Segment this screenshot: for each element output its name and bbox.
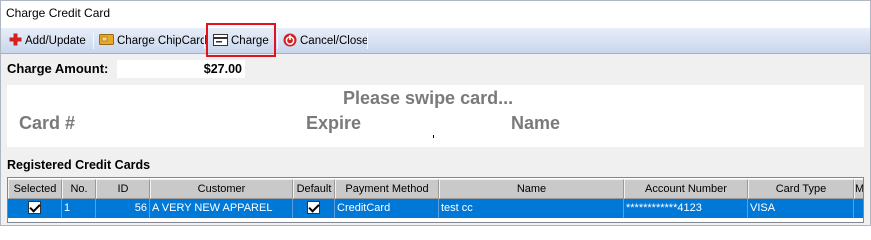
column-header[interactable]: Account Number — [624, 179, 748, 199]
toolbar-separator — [367, 33, 368, 49]
toolbar-separator — [277, 33, 278, 49]
column-header[interactable]: ID — [96, 179, 150, 199]
column-header[interactable]: Name — [439, 179, 624, 199]
toolbar-separator — [93, 33, 94, 49]
card-type-cell: VISA — [748, 199, 854, 218]
add-update-button[interactable]: Add/Update — [9, 31, 86, 51]
chip-card-icon — [99, 33, 114, 49]
cancel-close-button[interactable]: Cancel/Close — [283, 31, 368, 51]
charge-amount-label: Charge Amount: — [7, 61, 109, 76]
customer-cell: A VERY NEW APPAREL — [150, 199, 293, 218]
toolbar-separator — [204, 33, 205, 49]
id-cell: 56 — [96, 199, 150, 218]
column-header[interactable]: Selected — [8, 179, 62, 199]
charge-button-highlight — [206, 23, 276, 57]
registered-cards-title: Registered Credit Cards — [7, 158, 151, 172]
swipe-message: Please swipe card... — [343, 88, 514, 108]
expire-label: Expire — [306, 113, 362, 133]
plus-icon — [9, 33, 22, 49]
power-icon — [283, 33, 297, 50]
column-header[interactable]: Payment Method — [335, 179, 439, 199]
table-row[interactable]: 1 56 A VERY NEW APPAREL CreditCard test … — [8, 199, 863, 218]
swipe-card-panel: Please swipe card... Card # Expire Name — [7, 85, 864, 147]
name-label: Name — [511, 113, 561, 133]
column-header[interactable]: Default — [293, 179, 335, 199]
column-header[interactable]: Card Type — [748, 179, 854, 199]
title-bar: Charge Credit Card — [1, 1, 870, 28]
default-cell[interactable] — [293, 199, 335, 218]
account-number-cell: ************4123 — [624, 199, 748, 218]
grid-header: Selected No. ID Customer Default Payment… — [8, 179, 863, 199]
default-checkbox[interactable] — [307, 201, 320, 214]
selected-cell[interactable] — [8, 199, 62, 218]
column-header[interactable]: Me — [854, 179, 863, 199]
toolbar: Add/Update Charge ChipCard Charge Cancel… — [1, 28, 870, 54]
charge-chipcard-label: Charge ChipCard — [117, 35, 207, 47]
card-number-label: Card # — [19, 113, 76, 133]
selected-checkbox[interactable] — [28, 201, 41, 214]
column-header[interactable]: Customer — [150, 179, 293, 199]
payment-method-cell: CreditCard — [335, 199, 439, 218]
charge-credit-card-window: Charge Credit Card Add/Update Charge Chi… — [0, 0, 871, 226]
text-cursor — [433, 135, 434, 138]
cancel-close-label: Cancel/Close — [300, 35, 369, 47]
registered-cards-grid[interactable]: Selected No. ID Customer Default Payment… — [7, 177, 864, 223]
no-cell: 1 — [62, 199, 96, 218]
charge-chipcard-button[interactable]: Charge ChipCard — [99, 31, 207, 51]
me-cell — [854, 199, 863, 218]
add-update-label: Add/Update — [25, 35, 86, 47]
name-cell: test cc — [439, 199, 624, 218]
charge-amount-field[interactable]: $27.00 — [117, 60, 245, 78]
charge-amount-row: Charge Amount: $27.00 — [1, 56, 870, 80]
column-header[interactable]: No. — [62, 179, 96, 199]
window-title: Charge Credit Card — [6, 6, 111, 20]
